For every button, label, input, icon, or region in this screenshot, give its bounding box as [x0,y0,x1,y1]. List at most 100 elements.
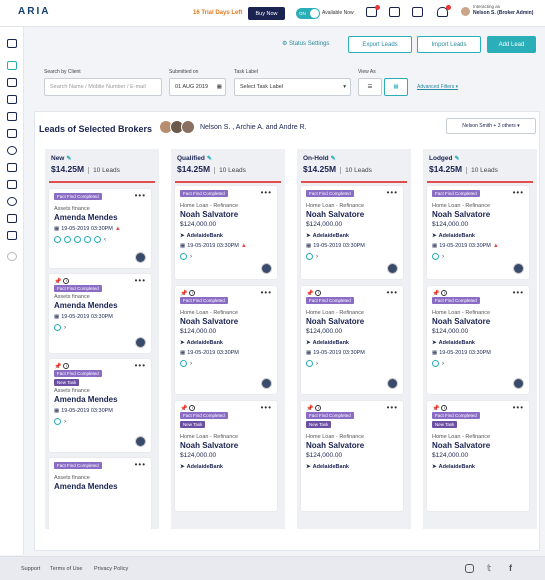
sidebar [0,27,24,555]
tasks-icon[interactable] [412,6,424,18]
lead-card[interactable]: 📌 i ••• Fact Find Completed Assets finance… [49,274,151,353]
phone-icon[interactable] [306,253,313,260]
availability-toggle[interactable]: ON [296,8,320,19]
document-icon[interactable] [64,236,71,243]
lead-card[interactable]: 📌 i ••• Fact Find Completed New Task Home … [427,401,529,511]
grid-view-button[interactable]: ▦ [384,78,408,96]
inbox-icon[interactable] [7,231,17,240]
export-leads-button[interactable]: Export Leads [348,36,412,53]
chevron-right-icon[interactable]: › [64,419,66,425]
bank-icon[interactable] [7,112,17,121]
user-menu[interactable]: Interacting as Nelson S. (Broker Admin) [473,4,533,16]
phone-icon[interactable] [180,253,187,260]
info-icon[interactable]: i [189,290,196,297]
lead-card[interactable]: Fact Find Completed ••• Home Loan - Refin… [427,186,529,279]
instagram-icon[interactable] [465,564,474,573]
lead-card[interactable]: Fact Find Completed ••• Assets finance Am… [49,458,151,529]
info-icon[interactable]: i [441,290,448,297]
more-icon[interactable]: ••• [261,403,272,412]
chevron-right-icon[interactable]: › [316,254,318,260]
more-icon[interactable]: ••• [261,288,272,297]
chevron-right-icon[interactable]: › [64,325,66,331]
at-icon[interactable] [7,197,17,206]
more-icon[interactable]: ••• [135,460,146,469]
folder-icon[interactable] [7,163,17,172]
people-icon[interactable] [74,236,81,243]
twitter-icon[interactable]: 𝕥 [487,564,496,573]
info-icon[interactable]: i [63,363,70,370]
more-icon[interactable]: ••• [387,288,398,297]
edit-icon[interactable]: ✎ [207,156,212,162]
buy-now-button[interactable]: Buy Now [248,7,285,20]
lead-card[interactable]: Fact Find Completed ••• Home Loan - Refin… [301,186,403,279]
edit-icon[interactable]: ✎ [66,156,71,162]
lead-card[interactable]: 📌 i ••• Fact Find Completed Home Loan - Re… [175,286,277,394]
add-lead-button[interactable]: Add Lead [487,36,536,53]
info-icon[interactable]: i [189,405,196,412]
documents-icon[interactable] [7,129,17,138]
broker-select[interactable]: Nelson Smith + 3 others ▾ [446,118,536,134]
more-icon[interactable]: ••• [387,188,398,197]
lead-card[interactable]: Fact Find Completed ••• Home Loan - Refin… [175,186,277,279]
info-icon[interactable]: i [441,405,448,412]
lead-card[interactable]: 📌 i ••• Fact Find Completed Home Loan - Re… [301,286,403,394]
lead-card[interactable]: 📌 i ••• Fact Find Completed New Task Home … [301,401,403,511]
more-icon[interactable]: ••• [261,188,272,197]
task-label-select[interactable]: Select Task Label ▾ [234,78,351,96]
status-settings-link[interactable]: ⚙ Status Settings [282,40,329,47]
phone-icon[interactable] [54,236,61,243]
avatar[interactable] [461,7,470,16]
help-icon[interactable] [7,252,17,261]
more-icon[interactable]: ••• [387,403,398,412]
chevron-right-icon[interactable]: › [190,361,192,367]
phone-icon[interactable] [180,360,187,367]
lead-card[interactable]: 📌 i ••• Fact Find Completed New Task Asset… [49,359,151,452]
facebook-icon[interactable]: f [509,564,518,573]
lead-card[interactable]: 📌 i ••• Fact Find Completed Home Loan - Re… [427,286,529,394]
box-icon[interactable] [7,95,17,104]
home-icon[interactable] [94,236,101,243]
calendar-icon[interactable] [389,6,401,18]
more-icon[interactable]: ••• [135,361,146,370]
submitted-date-field[interactable]: 01 AUG 2019 ▦ [169,78,226,96]
mail-icon[interactable] [366,5,380,18]
list-view-button[interactable]: ☰ [358,78,382,96]
info-icon[interactable]: i [315,405,322,412]
chevron-right-icon[interactable]: › [442,361,444,367]
phone-icon[interactable] [306,360,313,367]
info-icon[interactable]: i [315,290,322,297]
more-icon[interactable]: ••• [513,288,524,297]
chevron-right-icon[interactable]: › [316,361,318,367]
leads-icon[interactable] [7,61,17,70]
contacts-icon[interactable] [7,146,17,155]
phone-icon[interactable] [54,418,61,425]
phone-icon[interactable] [54,324,61,331]
loans-icon[interactable] [7,78,17,87]
edit-icon[interactable]: ✎ [331,156,336,162]
import-leads-button[interactable]: Import Leads [417,36,481,53]
phone-icon[interactable] [432,253,439,260]
phone-icon[interactable] [432,360,439,367]
edit-icon[interactable]: ✎ [454,156,459,162]
chat-icon[interactable] [7,180,17,189]
app-logo[interactable]: ARIA [18,6,50,17]
terms-link[interactable]: Terms of Use [50,566,82,572]
info-icon[interactable]: i [63,278,70,285]
home-icon[interactable] [7,39,17,48]
more-icon[interactable]: ••• [135,191,146,200]
lead-card[interactable]: 📌 i ••• Fact Find Completed New Task Home … [175,401,277,511]
bank-icon[interactable] [84,236,91,243]
privacy-link[interactable]: Privacy Policy [94,566,128,572]
more-icon[interactable]: ••• [513,188,524,197]
chevron-right-icon[interactable]: › [190,254,192,260]
support-link[interactable]: Support [21,566,40,572]
lead-card[interactable]: Fact Find Completed ••• Assets finance Am… [49,189,151,268]
advanced-filters-link[interactable]: Advanced Filters ▾ [417,84,458,90]
more-icon[interactable]: ••• [513,403,524,412]
chevron-left-icon[interactable]: ‹ [104,237,106,243]
more-icon[interactable]: ••• [135,276,146,285]
bell-icon[interactable] [437,5,451,18]
search-input[interactable]: Search Name / Mobile Number / E-mail [44,78,162,96]
chevron-right-icon[interactable]: › [442,254,444,260]
bot-icon[interactable] [7,214,17,223]
